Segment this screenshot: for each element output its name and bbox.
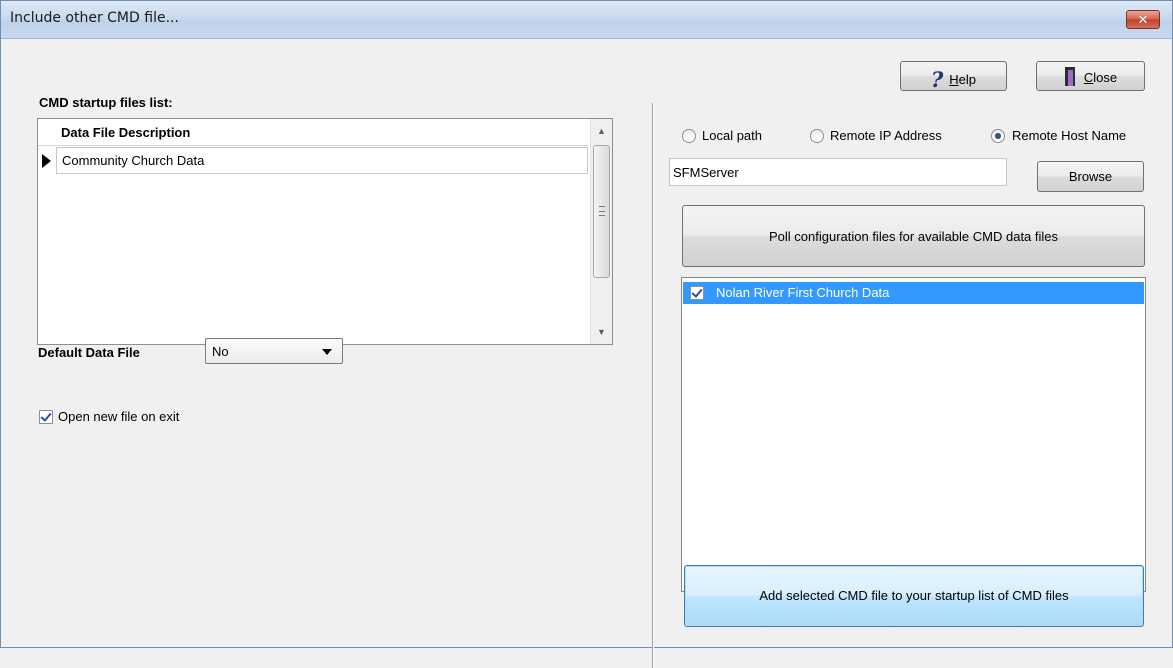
radio-remote-host-label[interactable]: Remote Host Name xyxy=(1012,128,1126,143)
open-on-exit-label[interactable]: Open new file on exit xyxy=(58,409,179,424)
dialog-window: Include other CMD file... ✕ ? Help Close … xyxy=(0,0,1173,668)
window-close-button[interactable]: ✕ xyxy=(1126,10,1160,29)
radio-local-path-label[interactable]: Local path xyxy=(702,128,762,143)
startup-list-label: CMD startup files list: xyxy=(39,95,173,110)
close-x-icon: ✕ xyxy=(1137,12,1149,27)
default-data-file-label: Default Data File xyxy=(38,345,140,360)
radio-local-path[interactable] xyxy=(682,129,696,143)
available-files-list[interactable]: Nolan River First Church Data xyxy=(681,277,1146,592)
default-data-file-select[interactable]: No xyxy=(205,338,343,364)
grid-header: Data File Description xyxy=(38,119,588,146)
host-name-input[interactable]: SFMServer xyxy=(669,158,1007,186)
close-button-label: Close xyxy=(1083,70,1118,85)
radio-remote-ip-label[interactable]: Remote IP Address xyxy=(830,128,942,143)
help-button-label: Help xyxy=(949,72,977,87)
default-data-file-value: No xyxy=(212,344,229,359)
list-item[interactable]: Nolan River First Church Data xyxy=(683,282,1144,304)
column-header-description[interactable]: Data File Description xyxy=(61,125,190,140)
list-item-label: Nolan River First Church Data xyxy=(716,285,890,300)
close-button[interactable]: Close xyxy=(1036,61,1145,91)
table-cell-description: Community Church Data xyxy=(62,153,205,168)
dialog-client-area: ? Help Close CMD startup files list: Data… xyxy=(1,40,1172,668)
title-bar[interactable]: Include other CMD file... ✕ xyxy=(1,1,1172,39)
current-row-indicator-icon xyxy=(42,154,51,168)
scroll-down-arrow-icon[interactable]: ▼ xyxy=(591,322,612,342)
poll-config-button[interactable]: Poll configuration files for available C… xyxy=(682,205,1145,267)
scroll-up-arrow-icon[interactable]: ▲ xyxy=(591,121,612,141)
radio-remote-ip[interactable] xyxy=(810,129,824,143)
startup-files-grid[interactable]: Data File Description Community Church D… xyxy=(37,118,613,345)
scroll-thumb[interactable] xyxy=(593,145,610,278)
table-row[interactable]: Community Church Data xyxy=(56,147,588,174)
open-on-exit-checkbox[interactable] xyxy=(39,410,53,424)
radio-remote-host[interactable] xyxy=(991,129,1005,143)
chevron-down-icon xyxy=(322,349,332,355)
add-to-startup-button-label: Add selected CMD file to your startup li… xyxy=(759,588,1069,603)
browse-button[interactable]: Browse xyxy=(1037,161,1144,192)
poll-config-button-label: Poll configuration files for available C… xyxy=(768,229,1059,244)
host-name-value: SFMServer xyxy=(673,165,739,180)
window-title: Include other CMD file... xyxy=(10,10,179,26)
help-button[interactable]: ? Help xyxy=(900,61,1007,92)
grid-vertical-scrollbar[interactable]: ▲ ▼ xyxy=(590,119,612,344)
browse-button-label: Browse xyxy=(1068,169,1113,184)
add-to-startup-button[interactable]: Add selected CMD file to your startup li… xyxy=(684,565,1144,627)
list-item-checkbox[interactable] xyxy=(690,286,704,300)
grip-icon xyxy=(599,206,605,216)
panel-divider xyxy=(652,103,654,668)
question-mark-icon: ? xyxy=(930,67,944,92)
door-exit-icon xyxy=(1064,67,1078,87)
